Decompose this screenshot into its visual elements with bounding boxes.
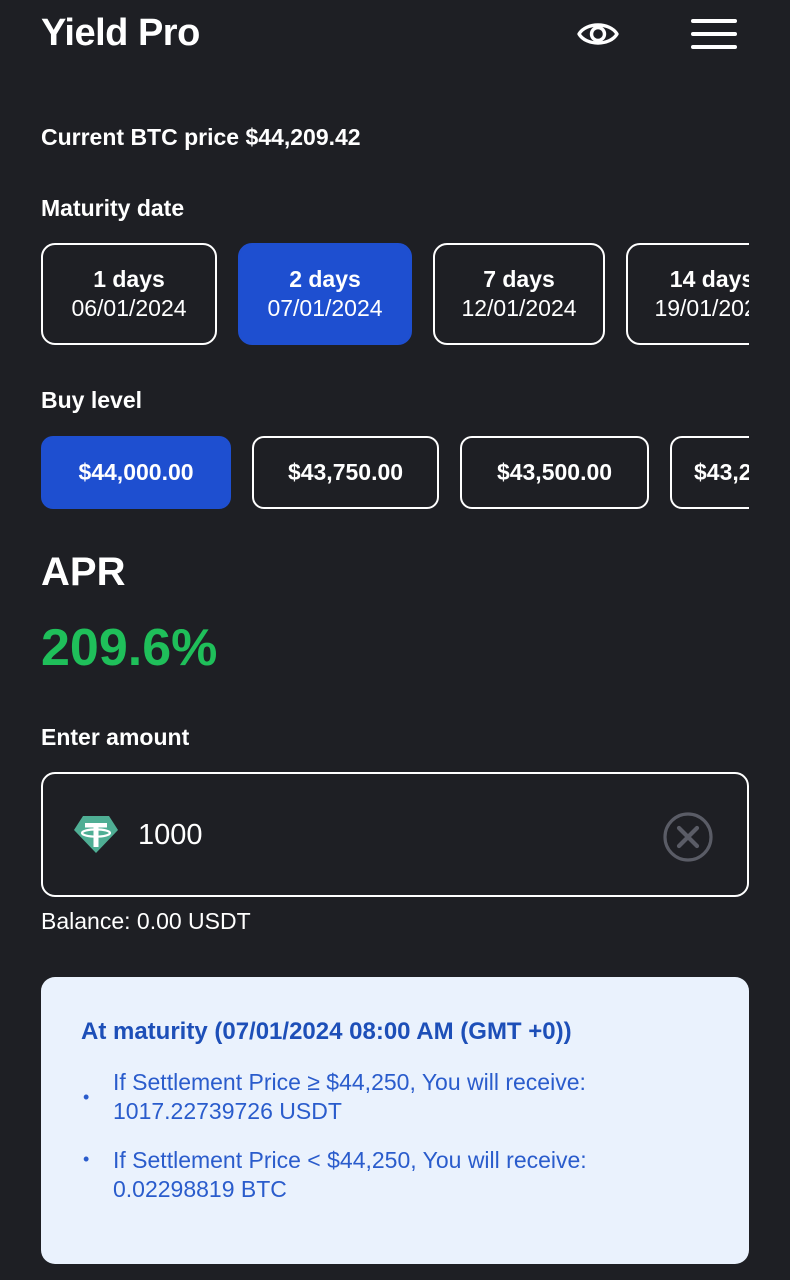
chip-date-label: 19/01/2024 [654, 295, 749, 321]
maturity-info-card: At maturity (07/01/2024 08:00 AM (GMT +0… [41, 977, 749, 1264]
amount-input-box[interactable] [41, 772, 749, 897]
enter-amount-label: Enter amount [41, 724, 190, 750]
apr-label: APR [41, 550, 126, 594]
maturity-chip-14-days[interactable]: 14 days 19/01/2024 [626, 243, 749, 345]
chip-date-label: 12/01/2024 [461, 295, 577, 321]
chip-days-label: 1 days [93, 266, 165, 292]
chip-date-label: 06/01/2024 [71, 295, 187, 321]
bullet-icon: • [83, 1149, 90, 1169]
payout-condition: If Settlement Price ≥ $44,250, You will … [113, 1069, 586, 1095]
buy-level-chip-43500[interactable]: $43,500.00 [460, 436, 649, 509]
maturity-chip-1-day[interactable]: 1 days 06/01/2024 [41, 243, 217, 345]
apr-value: 209.6% [41, 619, 218, 677]
maturity-info-title: At maturity (07/01/2024 08:00 AM (GMT +0… [81, 1018, 572, 1045]
buy-level-chip-43750[interactable]: $43,750.00 [252, 436, 439, 509]
hamburger-menu-icon[interactable] [688, 14, 740, 54]
bullet-icon: • [83, 1087, 90, 1107]
maturity-date-label: Maturity date [41, 195, 185, 221]
clear-circle-x-icon[interactable] [661, 810, 715, 864]
maturity-chip-2-days[interactable]: 2 days 07/01/2024 [238, 243, 412, 345]
chip-date-label: 07/01/2024 [267, 295, 383, 321]
payout-amount: 1017.22739726 USDT [113, 1098, 342, 1124]
maturity-date-selector[interactable]: 1 days 06/01/2024 2 days 07/01/2024 7 da… [41, 243, 749, 347]
eye-icon[interactable] [576, 14, 620, 54]
maturity-chip-7-days[interactable]: 7 days 12/01/2024 [433, 243, 605, 345]
chip-days-label: 14 days [669, 266, 749, 292]
amount-input[interactable] [138, 812, 618, 858]
buy-level-chip-44000[interactable]: $44,000.00 [41, 436, 231, 509]
payout-item-below: • If Settlement Price < $44,250, You wil… [83, 1146, 713, 1204]
tether-usdt-icon [73, 814, 119, 854]
app-header: Yield Pro [0, 0, 790, 72]
payout-amount: 0.02298819 BTC [113, 1176, 287, 1202]
chip-days-label: 2 days [289, 266, 361, 292]
balance-text: Balance: 0.00 USDT [41, 908, 251, 934]
buy-level-label: Buy level [41, 387, 142, 413]
payout-condition: If Settlement Price < $44,250, You will … [113, 1147, 587, 1173]
buy-level-chip-43250[interactable]: $43,250.00 [670, 436, 749, 509]
buy-level-selector[interactable]: $44,000.00 $43,750.00 $43,500.00 $43,250… [41, 436, 749, 510]
app-title: Yield Pro [41, 12, 200, 54]
chip-days-label: 7 days [483, 266, 555, 292]
payout-item-above: • If Settlement Price ≥ $44,250, You wil… [83, 1068, 713, 1126]
current-btc-price: Current BTC price $44,209.42 [41, 124, 361, 150]
